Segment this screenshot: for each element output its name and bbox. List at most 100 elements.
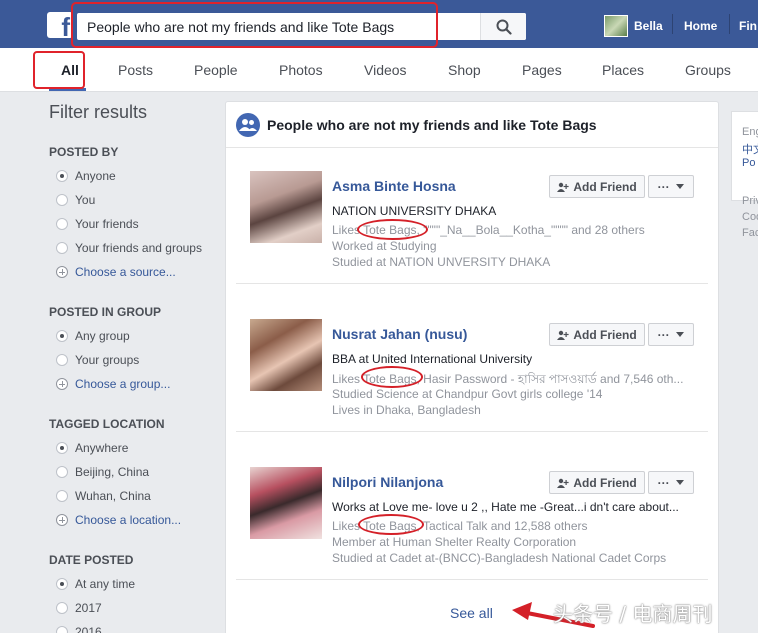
tote-bags-highlight-ellipse: [358, 514, 424, 535]
button-label: Add Friend: [573, 327, 637, 342]
date-posted-heading: DATE POSTED: [49, 553, 134, 567]
all-tab-highlight-box: [33, 51, 85, 89]
radio-button[interactable]: [56, 626, 68, 633]
add-friend-icon: [557, 478, 569, 488]
radio-button[interactable]: [56, 354, 68, 366]
person-name-link[interactable]: Nilpori Nilanjona: [332, 474, 443, 490]
person-name-link[interactable]: Nusrat Jahan (nusu): [332, 326, 467, 342]
radio-button[interactable]: [56, 602, 68, 614]
filter-option-any-group[interactable]: Any group: [56, 329, 130, 343]
tab-groups[interactable]: Groups: [685, 62, 731, 78]
person-detail: Worked at Studying: [332, 239, 437, 253]
tab-shop[interactable]: Shop: [448, 62, 481, 78]
plus-icon: [56, 514, 68, 526]
button-label: Add Friend: [573, 475, 637, 490]
filter-option-any-time[interactable]: At any time: [56, 577, 135, 591]
more-icon: ···: [657, 179, 670, 194]
option-label: Any group: [75, 329, 130, 343]
caret-down-icon: [676, 480, 685, 485]
person-detail: BBA at United International University: [332, 352, 533, 366]
add-friend-button[interactable]: Add Friend: [549, 471, 645, 494]
tote-bags-highlight-ellipse: [361, 366, 423, 388]
tab-posts[interactable]: Posts: [118, 62, 153, 78]
filter-option-beijing[interactable]: Beijing, China: [56, 465, 149, 479]
privacy-link[interactable]: Priv: [742, 195, 758, 207]
facebook-footer-link[interactable]: Fac: [742, 227, 758, 239]
cookies-link[interactable]: Coo: [742, 211, 758, 223]
radio-button[interactable]: [56, 442, 68, 454]
radio-button[interactable]: [56, 218, 68, 230]
radio-button[interactable]: [56, 466, 68, 478]
link-label: Choose a source...: [75, 265, 176, 279]
person-detail: Studied at NATION UNVERSITY DHAKA: [332, 255, 551, 269]
tab-videos[interactable]: Videos: [364, 62, 407, 78]
more-icon: ···: [657, 327, 670, 342]
people-icon: [236, 113, 260, 137]
search-button[interactable]: [480, 13, 526, 40]
plus-icon: [56, 266, 68, 278]
filter-option-you[interactable]: You: [56, 193, 95, 207]
profile-photo[interactable]: [250, 319, 322, 391]
tab-people[interactable]: People: [194, 62, 238, 78]
tab-places[interactable]: Places: [602, 62, 644, 78]
filter-option-2016[interactable]: 2016: [56, 625, 102, 633]
profile-photo[interactable]: [250, 171, 322, 243]
person-detail: Works at Love me- love u 2 ,, Hate me -G…: [332, 500, 679, 514]
find-friends-link[interactable]: Fin: [739, 19, 757, 33]
choose-location-link[interactable]: Choose a location...: [56, 513, 181, 527]
language-english-link[interactable]: Eng: [742, 126, 758, 138]
more-options-button[interactable]: ···: [648, 323, 694, 346]
add-friend-icon: [557, 182, 569, 192]
person-detail: Lives in Dhaka, Bangladesh: [332, 403, 481, 417]
option-label: Your friends and groups: [75, 241, 202, 255]
person-detail: Studied Science at Chandpur Govt girls c…: [332, 387, 603, 401]
person-name-link[interactable]: Asma Binte Hosna: [332, 178, 456, 194]
person-detail: NATION UNIVERSITY DHAKA: [332, 204, 497, 218]
filter-option-anyone[interactable]: Anyone: [56, 169, 116, 183]
radio-button[interactable]: [56, 242, 68, 254]
filter-option-anywhere[interactable]: Anywhere: [56, 441, 128, 455]
radio-button[interactable]: [56, 490, 68, 502]
option-label: Wuhan, China: [75, 489, 151, 503]
search-icon: [496, 19, 512, 35]
language-chinese-link[interactable]: 中文: [742, 141, 758, 157]
user-name-link[interactable]: Bella: [634, 19, 663, 33]
posted-by-heading: POSTED BY: [49, 145, 119, 159]
person-detail: Member at Human Shelter Realty Corporati…: [332, 535, 577, 549]
filter-option-your-groups[interactable]: Your groups: [56, 353, 139, 367]
caret-down-icon: [676, 332, 685, 337]
more-options-button[interactable]: ···: [648, 175, 694, 198]
radio-button[interactable]: [56, 330, 68, 342]
tote-bags-highlight-ellipse: [357, 219, 428, 240]
add-friend-button[interactable]: Add Friend: [549, 323, 645, 346]
choose-group-link[interactable]: Choose a group...: [56, 377, 170, 391]
filter-option-2017[interactable]: 2017: [56, 601, 102, 615]
user-avatar[interactable]: [604, 15, 628, 37]
link-label: Choose a group...: [75, 377, 171, 391]
tab-photos[interactable]: Photos: [279, 62, 323, 78]
results-header: People who are not my friends and like T…: [226, 102, 718, 148]
watermark-text: 头条号 / 电商周刊: [553, 602, 713, 626]
nav-divider: [729, 14, 730, 34]
profile-photo[interactable]: [250, 467, 322, 539]
radio-button[interactable]: [56, 578, 68, 590]
home-link[interactable]: Home: [684, 19, 717, 33]
option-label: 2017: [75, 601, 102, 615]
button-label: Add Friend: [573, 179, 637, 194]
language-more-link[interactable]: Po: [742, 157, 755, 169]
search-tabs: All Posts People Photos Videos Shop Page…: [0, 48, 758, 92]
filter-option-your-friends[interactable]: Your friends: [56, 217, 139, 231]
tagged-location-heading: TAGGED LOCATION: [49, 417, 165, 431]
filter-option-wuhan[interactable]: Wuhan, China: [56, 489, 151, 503]
tab-pages[interactable]: Pages: [522, 62, 562, 78]
radio-button[interactable]: [56, 170, 68, 182]
radio-button[interactable]: [56, 194, 68, 206]
see-all-link[interactable]: See all: [450, 605, 493, 621]
person-result: Asma Binte Hosna NATION UNIVERSITY DHAKA…: [236, 171, 708, 284]
choose-source-link[interactable]: Choose a source...: [56, 265, 176, 279]
facebook-logo[interactable]: f: [47, 12, 73, 38]
filter-option-friends-and-groups[interactable]: Your friends and groups: [56, 241, 202, 255]
person-detail: Studied at Cadet at-(BNCC)-Bangladesh Na…: [332, 551, 667, 565]
more-options-button[interactable]: ···: [648, 471, 694, 494]
add-friend-button[interactable]: Add Friend: [549, 175, 645, 198]
